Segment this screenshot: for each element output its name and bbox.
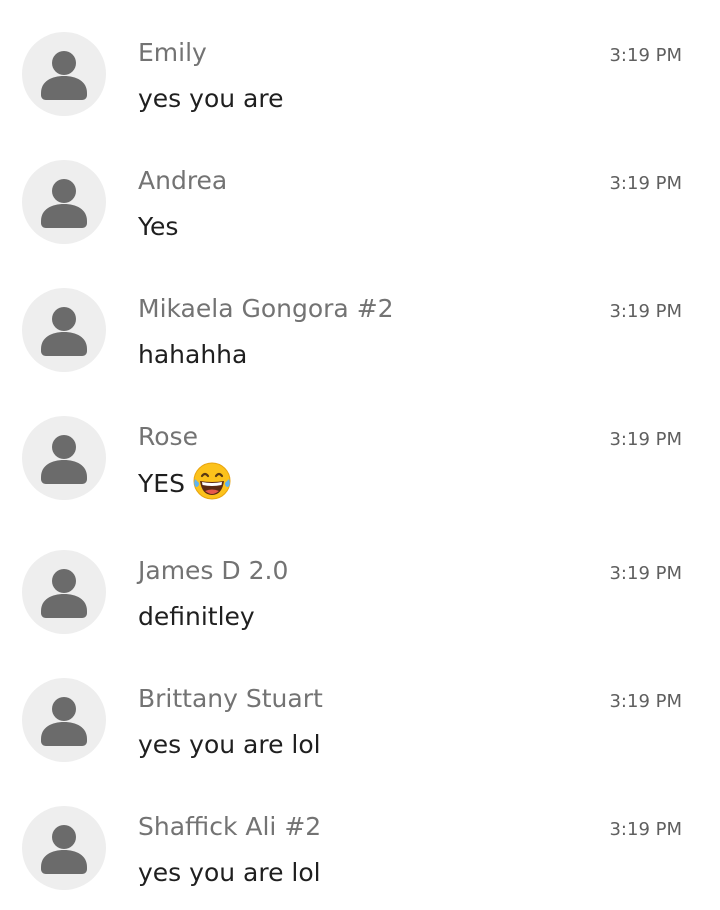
face-with-tears-of-joy-icon <box>191 460 233 502</box>
message-body: definitley <box>138 602 255 631</box>
avatar[interactable] <box>22 416 106 500</box>
message-row[interactable]: Shaffick Ali #2 yes you are lol 3:19 PM <box>0 774 720 902</box>
message-row[interactable]: Rose YES 3:19 PM <box>0 384 720 512</box>
timestamp: 3:19 PM <box>609 301 682 322</box>
avatar[interactable] <box>22 160 106 244</box>
timestamp: 3:19 PM <box>609 429 682 450</box>
message-text: Yes <box>138 214 178 239</box>
message-row[interactable]: Mikaela Gongora #2 hahahha 3:19 PM <box>0 256 720 384</box>
person-icon <box>41 697 87 746</box>
person-icon <box>41 307 87 356</box>
sender-name: Shaffick Ali #2 <box>138 812 322 841</box>
avatar[interactable] <box>22 32 106 116</box>
sender-name: Mikaela Gongora #2 <box>138 294 394 323</box>
avatar[interactable] <box>22 806 106 890</box>
message-row[interactable]: Emily yes you are 3:19 PM <box>0 0 720 128</box>
message-body: Yes <box>138 212 179 241</box>
sender-name: James D 2.0 <box>138 556 289 585</box>
person-icon <box>41 435 87 484</box>
message-text: definitley <box>138 604 255 629</box>
person-icon <box>41 51 87 100</box>
message-text: yes you are lol <box>138 860 321 885</box>
timestamp: 3:19 PM <box>609 563 682 584</box>
message-body: yes you are lol <box>138 858 321 887</box>
avatar[interactable] <box>22 550 106 634</box>
message-text: yes you are lol <box>138 732 321 757</box>
sender-name: Andrea <box>138 166 228 195</box>
message-row[interactable]: Brittany Stuart yes you are lol 3:19 PM <box>0 646 720 774</box>
person-icon <box>41 179 87 228</box>
timestamp: 3:19 PM <box>609 691 682 712</box>
message-body: YES <box>138 468 185 498</box>
message-text: yes you are <box>138 86 283 111</box>
message-row[interactable]: James D 2.0 definitley 3:19 PM <box>0 518 720 646</box>
message-body: hahahha <box>138 340 248 369</box>
chat-message-list: Emily yes you are 3:19 PM Andrea Yes 3:1… <box>0 0 720 910</box>
avatar[interactable] <box>22 288 106 372</box>
message-body: yes you are lol <box>138 730 321 759</box>
message-row[interactable]: Andrea Yes 3:19 PM <box>0 128 720 256</box>
person-icon <box>41 825 87 874</box>
timestamp: 3:19 PM <box>609 45 682 66</box>
message-body: yes you are <box>138 84 284 113</box>
message-text: hahahha <box>138 342 247 367</box>
timestamp: 3:19 PM <box>609 173 682 194</box>
message-text: YES <box>138 462 233 504</box>
sender-name: Brittany Stuart <box>138 684 323 713</box>
sender-name: Emily <box>138 38 207 67</box>
avatar[interactable] <box>22 678 106 762</box>
sender-name: Rose <box>138 422 198 451</box>
timestamp: 3:19 PM <box>609 819 682 840</box>
person-icon <box>41 569 87 618</box>
